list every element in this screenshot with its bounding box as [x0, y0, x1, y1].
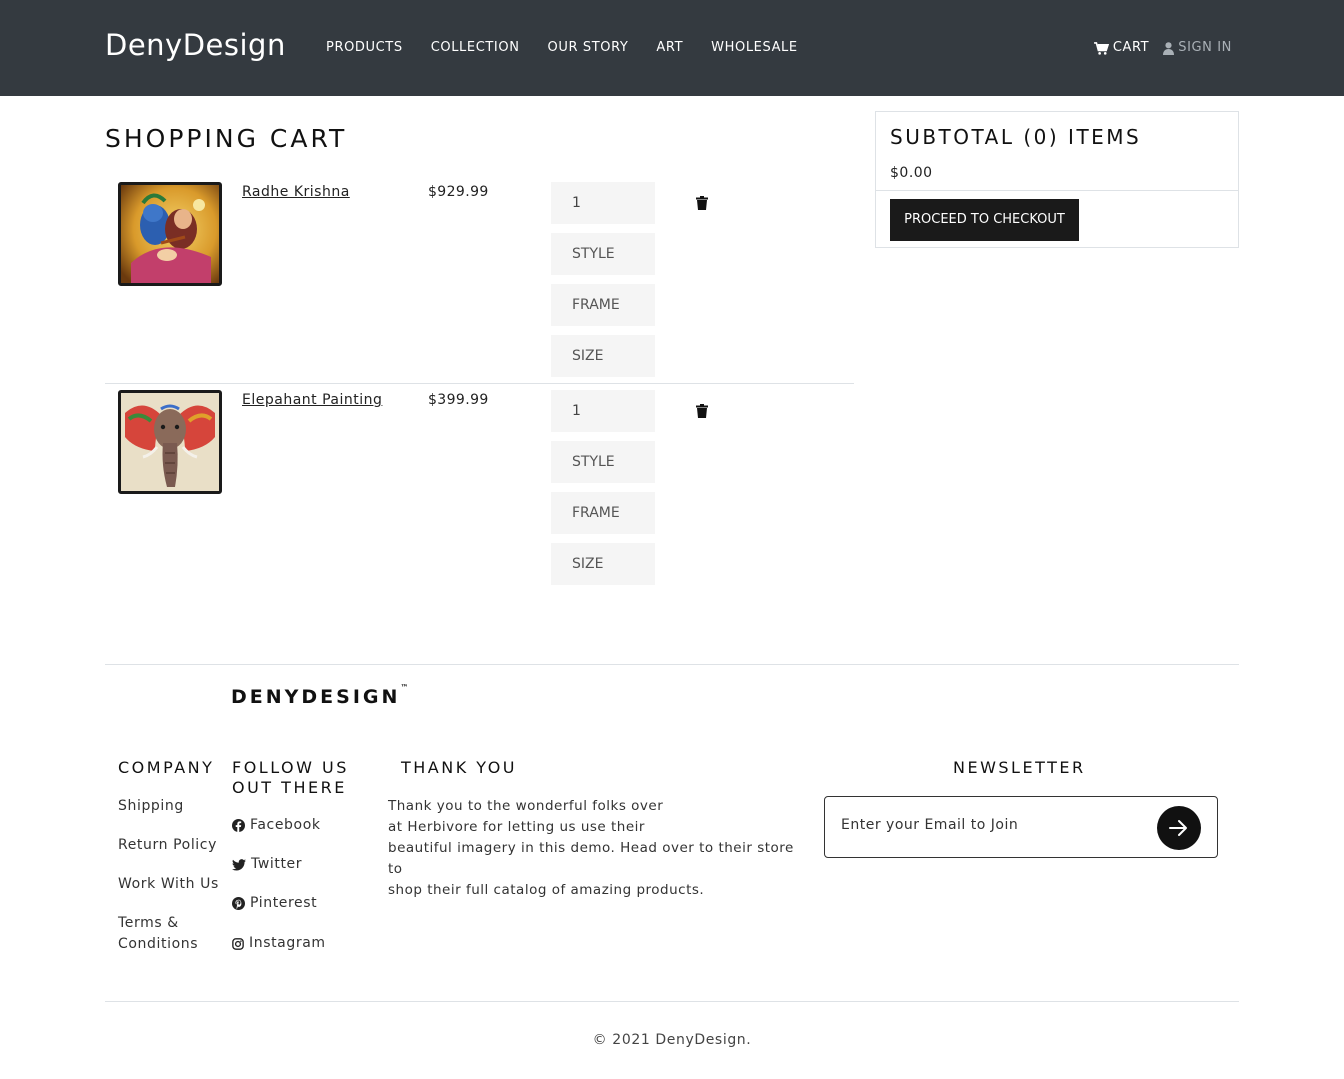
product-link[interactable]: Elepahant Painting — [242, 392, 382, 408]
thank-you-line: Thank you to the wonderful folks over — [388, 798, 664, 814]
order-summary: SUBTOTAL (0) ITEMS $0.00 PROCEED TO CHEC… — [875, 111, 1239, 248]
product-price: $929.99 — [428, 184, 489, 200]
thank-you-line: shop their full catalog of amazing produ… — [388, 882, 705, 898]
pinterest-icon — [232, 897, 245, 910]
frame-select[interactable]: FRAME — [551, 492, 655, 534]
frame-select[interactable]: FRAME — [551, 284, 655, 326]
twitter-label: Twitter — [251, 856, 303, 872]
radhe-krishna-painting-icon — [121, 185, 219, 283]
follow-heading: FOLLOW US — [232, 758, 349, 777]
nav-wholesale[interactable]: WHOLESALE — [697, 40, 812, 56]
elephant-painting-icon — [121, 393, 219, 491]
nav-art[interactable]: ART — [642, 40, 697, 56]
account-nav: CART SIGN IN — [1080, 40, 1232, 56]
trademark-mark: ™ — [400, 682, 409, 692]
cart-item: Radhe Krishna $929.99 1 STYLE FRAME SIZE — [105, 182, 854, 384]
follow-heading-line2: OUT THERE — [232, 778, 347, 797]
footer-bottom-divider — [105, 1001, 1239, 1002]
nav-products[interactable]: PRODUCTS — [312, 40, 417, 56]
twitter-link[interactable]: Twitter — [232, 854, 302, 875]
twitter-icon — [232, 858, 246, 871]
page-title: SHOPPING CART — [105, 124, 348, 153]
cart-link-label: CART — [1112, 40, 1150, 55]
footer-logo-text: DENYDESIGN — [231, 686, 401, 708]
size-select[interactable]: SIZE — [551, 335, 655, 377]
newsletter-email-input[interactable] — [841, 817, 1141, 833]
newsletter-form — [824, 796, 1218, 858]
instagram-label: Instagram — [249, 935, 326, 951]
trash-icon[interactable] — [696, 404, 708, 418]
company-heading: COMPANY — [118, 758, 215, 777]
instagram-icon — [232, 937, 244, 950]
arrow-right-icon — [1169, 820, 1187, 836]
quantity-select[interactable]: 1 — [551, 182, 655, 224]
style-select[interactable]: STYLE — [551, 233, 655, 275]
brand-logo[interactable]: DenyDesign — [105, 28, 286, 62]
copyright-text: © 2021 DenyDesign. — [592, 1032, 752, 1048]
nav-collection[interactable]: COLLECTION — [417, 40, 534, 56]
newsletter-heading: NEWSLETTER — [953, 758, 1086, 777]
radhe-krishna-thumbnail[interactable] — [118, 182, 222, 286]
facebook-icon — [232, 819, 245, 832]
newsletter-submit-button[interactable] — [1157, 806, 1201, 850]
product-link[interactable]: Radhe Krishna — [242, 184, 350, 200]
sign-in-link[interactable]: SIGN IN — [1163, 40, 1232, 56]
return-policy-link[interactable]: Return Policy — [118, 835, 217, 856]
facebook-link[interactable]: Facebook — [232, 815, 321, 836]
instagram-link[interactable]: Instagram — [232, 933, 326, 954]
user-icon — [1163, 41, 1175, 55]
item-options: 1 STYLE FRAME SIZE — [551, 390, 655, 594]
trash-icon[interactable] — [696, 196, 708, 210]
footer-divider — [105, 664, 1239, 665]
cart-item: Elepahant Painting $399.99 1 STYLE FRAME… — [105, 390, 854, 590]
work-with-us-link[interactable]: Work With Us — [118, 874, 219, 895]
thank-you-text: Thank you to the wonderful folks over at… — [388, 796, 808, 901]
conditions-link[interactable]: Conditions — [118, 934, 198, 955]
style-select[interactable]: STYLE — [551, 441, 655, 483]
summary-divider — [876, 190, 1238, 191]
terms-link[interactable]: Terms & — [118, 913, 179, 934]
thank-you-line: at Herbivore for letting us use their — [388, 819, 645, 835]
quantity-select[interactable]: 1 — [551, 390, 655, 432]
nav-our-story[interactable]: OUR STORY — [534, 40, 643, 56]
product-price: $399.99 — [428, 392, 489, 408]
thank-you-heading: THANK YOU — [401, 758, 517, 777]
elephant-thumbnail[interactable] — [118, 390, 222, 494]
proceed-to-checkout-button[interactable]: PROCEED TO CHECKOUT — [890, 199, 1079, 241]
shopping-cart-icon — [1093, 41, 1109, 55]
subtotal-amount: $0.00 — [890, 165, 933, 181]
item-options: 1 STYLE FRAME SIZE — [551, 182, 655, 386]
thank-you-line: beautiful imagery in this demo. Head ove… — [388, 840, 794, 877]
size-select[interactable]: SIZE — [551, 543, 655, 585]
facebook-label: Facebook — [250, 817, 321, 833]
cart-link[interactable]: CART — [1093, 40, 1150, 56]
pinterest-label: Pinterest — [250, 895, 318, 911]
pinterest-link[interactable]: Pinterest — [232, 893, 317, 914]
sign-in-label: SIGN IN — [1178, 40, 1232, 55]
main-nav: PRODUCTS COLLECTION OUR STORY ART WHOLES… — [312, 40, 812, 56]
shipping-link[interactable]: Shipping — [118, 796, 184, 817]
subtotal-title: SUBTOTAL (0) ITEMS — [890, 125, 1142, 149]
top-navbar: DenyDesign PRODUCTS COLLECTION OUR STORY… — [0, 0, 1344, 96]
footer-logo: DENYDESIGN™ — [231, 682, 409, 708]
